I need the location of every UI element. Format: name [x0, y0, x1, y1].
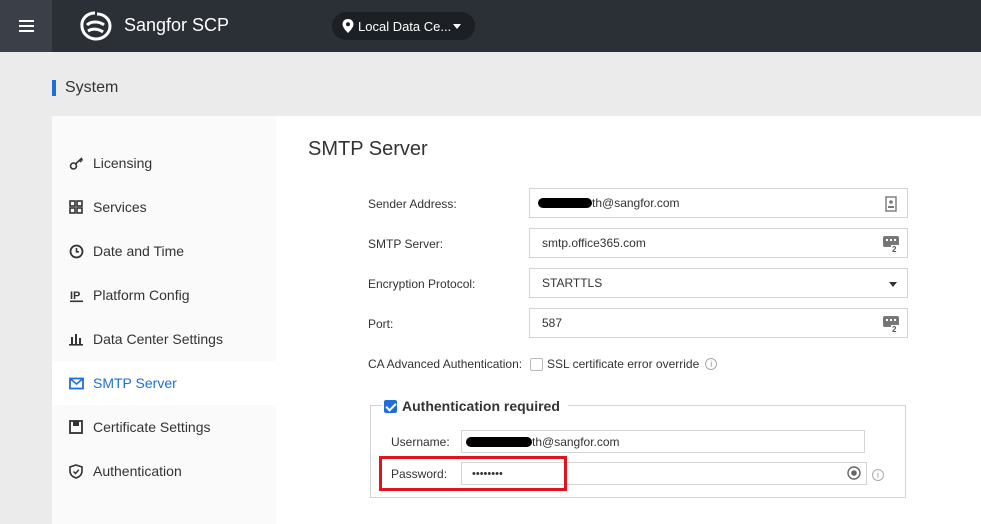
ip-icon: IP [68, 287, 84, 303]
sidebar-item-label: Authentication [93, 463, 182, 479]
sidebar-item-label: Licensing [93, 155, 153, 171]
encryption-protocol-value: STARTTLS [542, 276, 603, 290]
menu-button[interactable] [0, 0, 52, 52]
redaction-mark [466, 436, 532, 447]
mail-icon [68, 375, 84, 391]
keypad-icon: 2 [883, 236, 899, 253]
port-label: Port: [368, 317, 394, 331]
ssl-override-option: SSL certificate error override i [530, 357, 718, 371]
chevron-down-icon [889, 282, 897, 287]
page-title: SMTP Server [308, 138, 428, 160]
info-icon[interactable]: i [872, 469, 884, 481]
hamburger-icon [18, 20, 34, 32]
shield-icon [68, 463, 84, 479]
key-icon [68, 155, 84, 171]
authentication-required-toggle[interactable]: Authentication required [382, 398, 568, 414]
redaction-mark [538, 198, 592, 208]
sender-address-label: Sender Address: [368, 197, 457, 211]
sidebar-item-label: Date and Time [93, 243, 185, 259]
page-breadcrumb: System [52, 80, 118, 96]
app-title: Sangfor SCP [124, 15, 230, 35]
location-pin-icon [342, 19, 354, 33]
sidebar-item-platform-config[interactable]: IP Platform Config [52, 273, 276, 317]
port-value: 587 [542, 316, 563, 330]
sidebar-item-date-and-time[interactable]: Date and Time [52, 229, 276, 273]
location-selector[interactable]: Local Data Ce... [332, 12, 475, 40]
chevron-down-icon [453, 24, 461, 29]
bar-chart-icon [68, 331, 84, 347]
clock-icon [68, 243, 84, 259]
keypad-icon: 2 [883, 316, 899, 333]
settings-sidebar: Licensing Services Date and Time IP Plat… [52, 116, 276, 524]
sender-address-input[interactable]: th@sangfor.com [529, 188, 908, 218]
svg-text:2: 2 [892, 245, 897, 253]
smtp-server-value: smtp.office365.com [542, 236, 646, 250]
sidebar-item-licensing[interactable]: Licensing [52, 141, 276, 185]
smtp-server-input[interactable]: smtp.office365.com 2 [529, 228, 908, 258]
authentication-required-checkbox[interactable] [384, 399, 397, 413]
password-highlight-box [379, 456, 567, 491]
top-bar: Sangfor SCP Local Data Ce... [0, 0, 981, 52]
svg-text:2: 2 [892, 325, 897, 333]
username-value: th@sangfor.com [532, 434, 620, 449]
sidebar-item-data-center-settings[interactable]: Data Center Settings [52, 317, 276, 361]
sidebar-item-label: Platform Config [93, 287, 190, 303]
sidebar-item-label: Data Center Settings [93, 331, 223, 347]
contact-card-icon [885, 196, 897, 212]
sidebar-item-authentication[interactable]: Authentication [52, 449, 276, 493]
sangfor-logo-icon [80, 11, 112, 41]
sidebar-item-label: SMTP Server [93, 375, 177, 391]
username-label: Username: [391, 435, 450, 449]
eye-icon[interactable] [847, 466, 861, 480]
location-label: Local Data Ce... [358, 18, 452, 34]
authentication-required-label: Authentication required [402, 398, 560, 414]
sender-address-value: th@sangfor.com [592, 196, 680, 210]
sidebar-item-label: Services [93, 199, 147, 215]
encryption-protocol-label: Encryption Protocol: [368, 277, 476, 291]
username-input[interactable]: th@sangfor.com [461, 430, 865, 453]
sidebar-item-services[interactable]: Services [52, 185, 276, 229]
grid-icon [68, 199, 84, 215]
svg-text:IP: IP [70, 290, 80, 302]
sidebar-item-certificate-settings[interactable]: Certificate Settings [52, 405, 276, 449]
port-input[interactable]: 587 2 [529, 308, 908, 338]
save-icon [68, 419, 84, 435]
ca-auth-label: CA Advanced Authentication: [368, 357, 523, 371]
ssl-override-label: SSL certificate error override [547, 357, 700, 371]
info-icon[interactable]: i [705, 358, 718, 370]
smtp-server-label: SMTP Server: [368, 237, 444, 251]
encryption-protocol-select[interactable]: STARTTLS [529, 268, 908, 298]
sidebar-item-smtp-server[interactable]: SMTP Server [52, 361, 276, 405]
sidebar-item-label: Certificate Settings [93, 419, 211, 435]
smtp-settings-panel: SMTP Server Sender Address: th@sangfor.c… [276, 116, 981, 524]
ssl-override-checkbox[interactable] [530, 357, 543, 371]
